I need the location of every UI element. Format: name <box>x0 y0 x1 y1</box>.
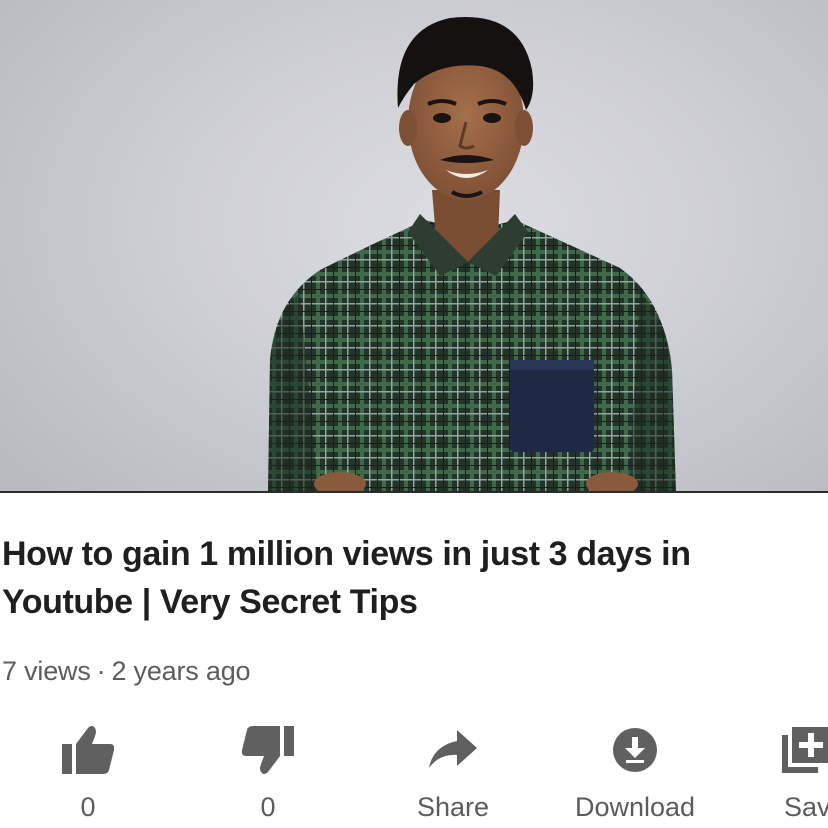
dislike-count: 0 <box>260 792 276 822</box>
thumbs-up-icon <box>56 718 120 782</box>
video-player[interactable] <box>0 0 828 493</box>
view-count: 7 views <box>2 656 91 686</box>
thumbs-down-icon <box>236 718 300 782</box>
download-icon <box>603 718 667 782</box>
video-meta: 7 views · 2 years ago <box>2 656 251 687</box>
like-count: 0 <box>80 792 96 822</box>
video-title: How to gain 1 million views in just 3 da… <box>2 535 691 621</box>
watch-page: How to gain 1 million views in just 3 da… <box>0 0 828 828</box>
upload-age: 2 years ago <box>111 656 251 686</box>
add-to-playlist-icon <box>774 718 828 782</box>
action-bar: 0 0 Share Download Sav <box>0 718 828 828</box>
share-label: Share <box>416 792 490 822</box>
download-button[interactable]: Download <box>560 718 710 828</box>
save-label: Sav <box>784 792 828 822</box>
download-label: Download <box>574 792 696 822</box>
dislike-button[interactable]: 0 <box>228 718 308 828</box>
share-button[interactable]: Share <box>400 718 506 828</box>
save-button[interactable]: Sav <box>774 718 828 828</box>
video-frame-image <box>268 17 676 493</box>
share-arrow-icon <box>421 718 485 782</box>
meta-separator: · <box>96 656 106 686</box>
like-button[interactable]: 0 <box>48 718 128 828</box>
